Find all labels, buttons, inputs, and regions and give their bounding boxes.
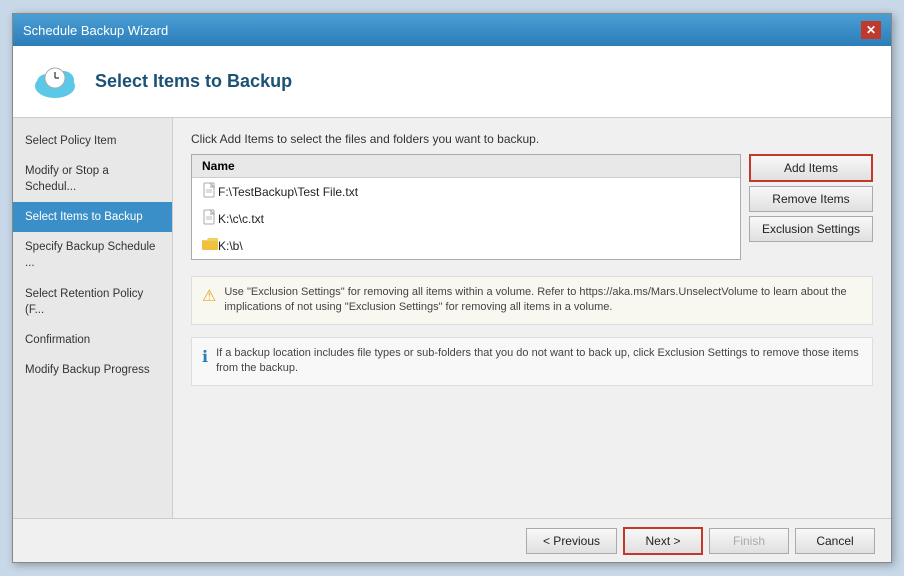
finish-button[interactable]: Finish (709, 528, 789, 554)
file-list-wrapper: Name F:\TestBackup\Test File.txt K:\c\c.t… (191, 154, 741, 268)
warning-icon: ⚠ (202, 286, 216, 308)
file-name: K:\b\ (218, 239, 243, 253)
cancel-button[interactable]: Cancel (795, 528, 875, 554)
sidebar: Select Policy ItemModify or Stop a Sched… (13, 118, 173, 518)
main-window: Schedule Backup Wizard ✕ Select Items to… (12, 13, 892, 563)
file-name: K:\c\c.txt (218, 212, 264, 226)
footer: < Previous Next > Finish Cancel (13, 518, 891, 562)
info-icon: ℹ (202, 347, 208, 369)
warning-box: ⚠ Use "Exclusion Settings" for removing … (191, 276, 873, 325)
sidebar-item[interactable]: Select Retention Policy (F... (13, 279, 172, 325)
next-button[interactable]: Next > (623, 527, 703, 555)
info-box: ℹ If a backup location includes file typ… (191, 337, 873, 386)
page-title: Select Items to Backup (95, 71, 292, 92)
add-items-button[interactable]: Add Items (749, 154, 873, 182)
file-list[interactable]: Name F:\TestBackup\Test File.txt K:\c\c.t… (191, 154, 741, 260)
wizard-icon (29, 56, 81, 108)
file-list-header: Name (192, 155, 740, 178)
sidebar-item[interactable]: Confirmation (13, 325, 172, 355)
action-buttons: Add Items Remove Items Exclusion Setting… (749, 154, 873, 242)
instruction-text: Click Add Items to select the files and … (191, 132, 873, 146)
sidebar-item[interactable]: Specify Backup Schedule ... (13, 232, 172, 278)
remove-items-button[interactable]: Remove Items (749, 186, 873, 212)
folder-icon (202, 236, 218, 255)
title-bar: Schedule Backup Wizard ✕ (13, 14, 891, 46)
sidebar-item[interactable]: Modify or Stop a Schedul... (13, 156, 172, 202)
sidebar-item[interactable]: Modify Backup Progress (13, 355, 172, 385)
close-button[interactable]: ✕ (861, 21, 881, 39)
content-area: Select Policy ItemModify or Stop a Sched… (13, 118, 891, 518)
exclusion-settings-button[interactable]: Exclusion Settings (749, 216, 873, 242)
file-area: Name F:\TestBackup\Test File.txt K:\c\c.t… (191, 154, 873, 268)
info-text: If a backup location includes file types… (216, 346, 862, 377)
file-icon (202, 209, 218, 228)
sidebar-item[interactable]: Select Policy Item (13, 126, 172, 156)
header: Select Items to Backup (13, 46, 891, 118)
warning-text: Use "Exclusion Settings" for removing al… (224, 285, 862, 316)
file-icon (202, 182, 218, 201)
list-item[interactable]: F:\TestBackup\Test File.txt (192, 178, 740, 205)
previous-button[interactable]: < Previous (526, 528, 617, 554)
main-panel: Click Add Items to select the files and … (173, 118, 891, 518)
window-title: Schedule Backup Wizard (23, 23, 168, 38)
sidebar-item[interactable]: Select Items to Backup (13, 202, 172, 232)
list-item[interactable]: K:\b\ (192, 232, 740, 259)
file-name: F:\TestBackup\Test File.txt (218, 185, 358, 199)
list-item[interactable]: K:\c\c.txt (192, 205, 740, 232)
